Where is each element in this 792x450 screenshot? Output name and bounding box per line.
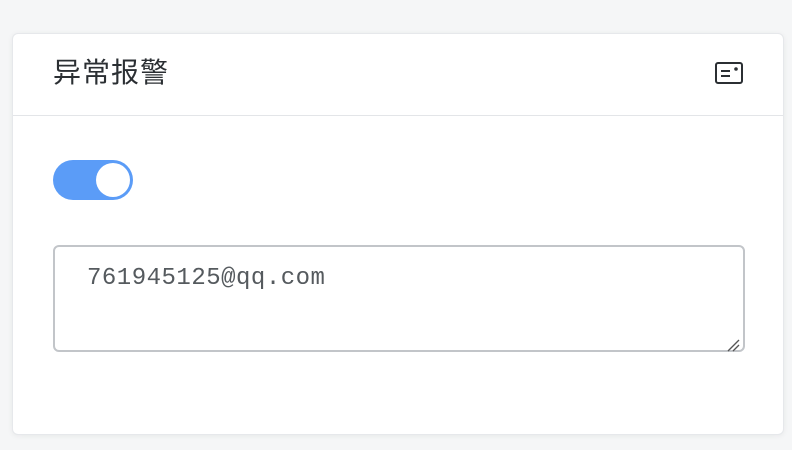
toggle-knob	[96, 163, 130, 197]
alarm-card: 异常报警 761945125@qq.com	[12, 33, 784, 435]
card-id-icon[interactable]	[715, 62, 743, 84]
card-header: 异常报警	[13, 34, 783, 116]
resize-handle-icon[interactable]	[726, 333, 740, 352]
card-title: 异常报警	[53, 56, 170, 89]
alarm-toggle[interactable]	[53, 160, 133, 200]
email-textarea-value: 761945125@qq.com	[87, 265, 326, 292]
email-textarea[interactable]: 761945125@qq.com	[53, 245, 745, 352]
